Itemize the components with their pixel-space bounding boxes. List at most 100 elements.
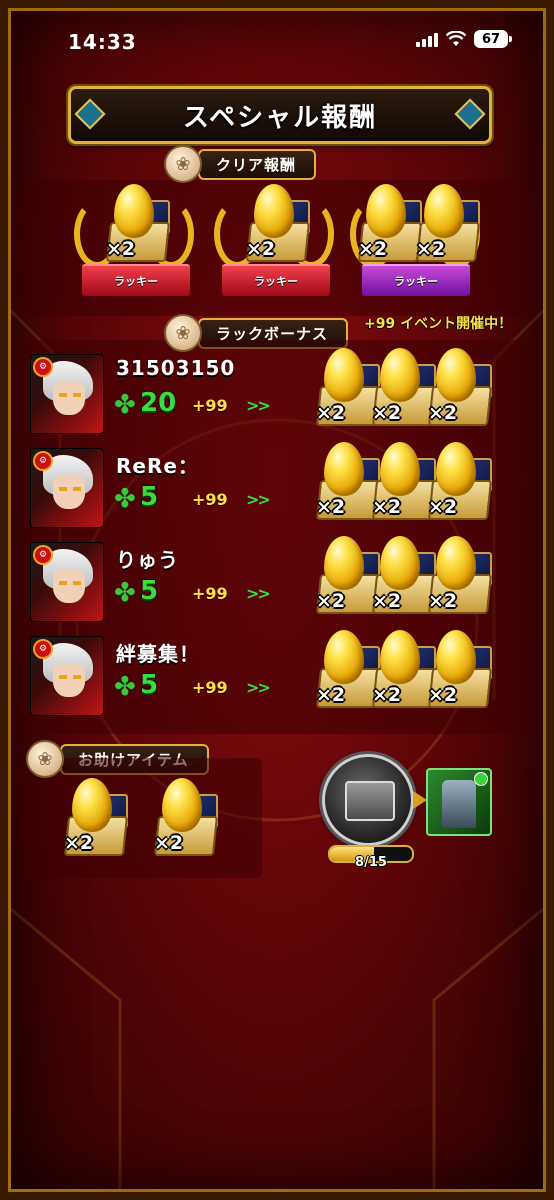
luck-bonus-value: +99 xyxy=(192,396,228,415)
luck-value: 20 xyxy=(140,388,177,418)
luck-bonus-row: ⚙ 絆募集！ ✤ 5 +99 >> ×2 ×2 ×2 xyxy=(18,630,534,726)
luck-reward-egg[interactable]: ×2 xyxy=(426,536,493,614)
golden-egg-icon xyxy=(114,184,154,238)
luck-reward-egg[interactable]: ×2 xyxy=(314,348,381,426)
player-name: りゅう xyxy=(116,548,179,572)
lucky-ribbon: ラッキー xyxy=(222,264,330,296)
golden-egg-icon xyxy=(436,348,476,402)
status-icons: 67 xyxy=(416,30,512,48)
status-bar: 14:33 67 xyxy=(0,0,554,80)
golden-egg-icon xyxy=(424,184,464,238)
double-chevron-icon: >> xyxy=(246,678,271,697)
luck-bonus-value: +99 xyxy=(192,584,228,603)
reward-count: ×2 xyxy=(154,832,184,854)
golden-egg-icon xyxy=(436,536,476,590)
reward-count: ×2 xyxy=(316,590,346,612)
attribute-badge-icon: ⚙ xyxy=(33,357,53,377)
golden-egg-icon xyxy=(366,184,406,238)
golden-egg-icon xyxy=(436,630,476,684)
rose-medal-icon: ❀ xyxy=(164,314,202,352)
clover-icon: ✤ xyxy=(114,578,136,608)
reward-egg[interactable]: ×2 xyxy=(244,184,311,262)
reward-count: ×2 xyxy=(316,496,346,518)
luck-reward-egg[interactable]: ×2 xyxy=(314,442,381,520)
wifi-icon xyxy=(446,31,466,46)
banner-gem-icon xyxy=(74,98,106,130)
double-chevron-icon: >> xyxy=(246,396,271,415)
status-dot-icon xyxy=(474,772,488,786)
luck-reward-egg[interactable]: ×2 xyxy=(426,630,493,708)
golden-egg-icon xyxy=(436,442,476,496)
page-title: スペシャル報酬 xyxy=(182,102,378,133)
treasure-progress-text: 8/15 xyxy=(355,855,387,870)
battery-icon: 67 xyxy=(474,30,512,48)
player-avatar[interactable]: ⚙ xyxy=(30,354,104,434)
golden-egg-icon xyxy=(254,184,294,238)
cellular-signal-icon xyxy=(416,31,438,47)
reward-count: ×2 xyxy=(106,238,136,260)
golden-egg-icon xyxy=(380,630,420,684)
banner-gem-icon xyxy=(454,98,486,130)
clear-reward-tag: ❀ クリア報酬 xyxy=(164,145,317,183)
luck-bonus-value: +99 xyxy=(192,490,228,509)
luck-value: 5 xyxy=(140,670,159,700)
reward-count: ×2 xyxy=(372,496,402,518)
luck-bonus-row: ⚙ ReRe： ✤ 5 +99 >> ×2 ×2 ×2 xyxy=(18,442,534,538)
reward-count: ×2 xyxy=(64,832,94,854)
player-avatar[interactable]: ⚙ xyxy=(30,542,104,622)
luck-reward-egg[interactable]: ×2 xyxy=(370,442,437,520)
golden-egg-icon xyxy=(380,442,420,496)
luck-reward-egg[interactable]: ×2 xyxy=(370,348,437,426)
golden-egg-icon xyxy=(324,348,364,402)
character-portrait xyxy=(442,780,476,828)
rose-medal-icon: ❀ xyxy=(26,740,64,778)
helper-items-panel xyxy=(18,758,262,878)
character-card[interactable] xyxy=(426,768,492,836)
reward-count: ×2 xyxy=(246,238,276,260)
reward-count: ×2 xyxy=(372,402,402,424)
luck-bonus-value: +99 xyxy=(192,678,228,697)
helper-egg[interactable]: ×2 xyxy=(62,778,129,856)
luck-bonus-row: ⚙ りゅう ✤ 5 +99 >> ×2 ×2 ×2 xyxy=(18,536,534,632)
reward-count: ×2 xyxy=(372,684,402,706)
attribute-badge-icon: ⚙ xyxy=(33,639,53,659)
reward-egg[interactable]: ×2 xyxy=(356,184,423,262)
lucky-ribbon: ラッキー xyxy=(362,264,470,296)
double-chevron-icon: >> xyxy=(246,490,271,509)
golden-egg-icon xyxy=(162,778,202,832)
golden-egg-icon xyxy=(324,536,364,590)
reward-egg[interactable]: ×2 xyxy=(414,184,481,262)
luck-bonus-row: ⚙ 31503150 ✤ 20 +99 >> ×2 ×2 ×2 xyxy=(18,348,534,444)
player-avatar[interactable]: ⚙ xyxy=(30,448,104,528)
reward-count: ×2 xyxy=(358,238,388,260)
luck-reward-egg[interactable]: ×2 xyxy=(426,442,493,520)
luck-reward-egg[interactable]: ×2 xyxy=(314,536,381,614)
clear-reward-label: クリア報酬 xyxy=(198,148,317,180)
double-chevron-icon: >> xyxy=(246,584,271,603)
golden-egg-icon xyxy=(324,442,364,496)
luck-reward-egg[interactable]: ×2 xyxy=(426,348,493,426)
reward-count: ×2 xyxy=(316,684,346,706)
reward-count: ×2 xyxy=(428,496,458,518)
luck-reward-egg[interactable]: ×2 xyxy=(314,630,381,708)
rose-medal-icon: ❀ xyxy=(164,145,202,183)
title-banner: スペシャル報酬 xyxy=(68,86,492,144)
reward-count: ×2 xyxy=(372,590,402,612)
status-time: 14:33 xyxy=(68,30,137,54)
reward-egg[interactable]: ×2 xyxy=(104,184,171,262)
reward-count: ×2 xyxy=(428,684,458,706)
reward-count: ×2 xyxy=(428,402,458,424)
helper-egg[interactable]: ×2 xyxy=(152,778,219,856)
event-note: +99 イベント開催中！ xyxy=(364,316,513,332)
clover-icon: ✤ xyxy=(114,672,136,702)
player-avatar[interactable]: ⚙ xyxy=(30,636,104,716)
luck-reward-egg[interactable]: ×2 xyxy=(370,630,437,708)
attribute-badge-icon: ⚙ xyxy=(33,451,53,471)
lucky-ribbon: ラッキー xyxy=(82,264,190,296)
luck-reward-egg[interactable]: ×2 xyxy=(370,536,437,614)
reward-count: ×2 xyxy=(416,238,446,260)
reward-count: ×2 xyxy=(428,590,458,612)
attribute-badge-icon: ⚙ xyxy=(33,545,53,565)
treasure-chest-icon[interactable] xyxy=(322,754,427,846)
golden-egg-icon xyxy=(324,630,364,684)
